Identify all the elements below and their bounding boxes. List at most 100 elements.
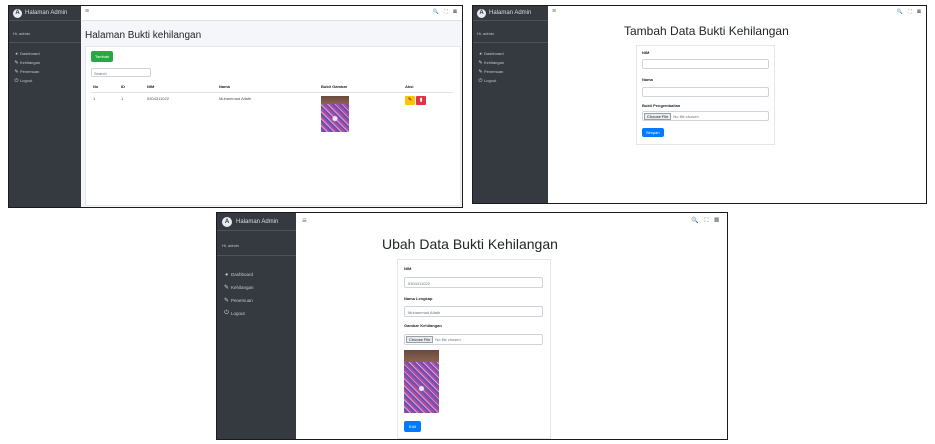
col-no: No [91,81,119,93]
col-aksi: Aksi [403,81,453,93]
hamburger-menu-icon[interactable]: ≡ [302,216,307,225]
hamburger-menu-icon[interactable]: ≡ [85,8,89,15]
edit-submit-button[interactable]: Edit [404,421,421,432]
brand-logo-icon: A [222,216,232,227]
topbar-tools-icons[interactable]: 🔍 ⛶ ▦ [896,9,923,15]
topbar: ≡ 🔍 ⛶ ▦ [548,6,926,21]
sidebar: A Halaman Admin Hi, admin ◕ Dashboard ✎ Ke… [217,213,296,439]
dashboard-icon: ◕ [478,50,483,57]
search-input[interactable]: Search [91,68,151,77]
main-content: Halaman Bukti kehilangan Tambah Search N… [81,20,462,207]
edit-icon: ✎ [478,59,483,66]
sidebar: A Halaman Admin Hi, admin ◕ Dashboard ✎ Ke… [473,6,548,203]
logout-icon: ⏻ [224,310,229,316]
file-input[interactable]: Choose File No file chosen [642,111,769,121]
nim-input[interactable] [642,59,769,69]
brand[interactable]: A Halaman Admin [9,6,81,21]
current-photo [404,350,439,413]
user-name[interactable]: Hi, admin [217,231,296,256]
col-nama: Nama [217,81,319,93]
user-name[interactable]: Hi, admin [473,21,548,43]
sidebar-item-label: Logout [20,78,33,83]
data-table: No ID NIM Nama Bukti Gambar Aksi 1 1 530… [91,81,453,135]
sidebar-item-penemuan[interactable]: ✎ Penemuan [217,294,296,307]
screenshot-list: A Halaman Admin Hi, admin ◕ Dashboard ✎ Ke… [8,5,463,208]
file-status: No file chosen [435,337,461,342]
sidebar-item-dashboard[interactable]: ◕ Dashboard [473,49,548,58]
screenshot-edit: A Halaman Admin Hi, admin ◕ Dashboard ✎ Ke… [216,212,728,440]
nim-input[interactable]: 5304311022 [404,277,543,288]
brand-label: Halaman Admin [236,218,279,225]
edit-icon: ✎ [223,298,230,304]
sidebar-item-label: Logout [231,311,245,316]
sidebar-item-label: Kehilangan [20,60,41,65]
col-bukti: Bukti Gambar [319,81,403,93]
form-card: NIM Nama Bukti Pengembalian Choose File … [636,45,775,145]
sidebar-item-penemuan[interactable]: ✎ Penemuan [473,67,548,76]
nama-input[interactable] [642,87,769,97]
page-title: Halaman Bukti kehilangan [85,30,202,41]
edit-button-icon[interactable]: ✎ [405,96,415,105]
nama-label: Nama [642,77,653,82]
sidebar-item-label: Dashboard [484,51,504,56]
sidebar-item-kehilangan[interactable]: ✎ Kehilangan [9,58,81,67]
choose-file-button[interactable]: Choose File [644,112,672,120]
sidebar-item-label: Penemuan [231,298,253,303]
nama-label: Nama Lengkap [404,296,433,301]
hamburger-menu-icon[interactable]: ≡ [552,8,556,15]
sidebar-item-dashboard[interactable]: ◕ Dashboard [217,268,296,281]
brand[interactable]: A Halaman Admin [217,213,296,231]
cell-id: 1 [121,96,124,101]
edit-icon: ✎ [14,68,19,75]
sidebar-item-logout[interactable]: ⏻ Logout [473,76,548,85]
logout-icon: ⏻ [14,77,19,84]
page-title: Tambah Data Bukti Kehilangan [624,24,789,38]
submit-button[interactable]: Simpan [642,128,664,137]
cell-nama: Muhammad Alfath [219,96,252,101]
cell-nim: 5304311022 [147,96,169,101]
brand[interactable]: A Halaman Admin [473,6,548,21]
sidebar-item-label: Logout [484,78,497,83]
choose-file-button[interactable]: Choose File [406,336,434,343]
col-id: ID [119,81,145,93]
brand-logo-icon: A [13,8,22,18]
edit-icon: ✎ [223,285,230,291]
file-label: Bukti Pengembalian [642,103,681,108]
topbar-tools-icons[interactable]: 🔍 ⛶ ▦ [432,9,459,15]
sidebar-item-kehilangan[interactable]: ✎ Kehilangan [473,58,548,67]
logout-icon: ⏻ [478,77,483,84]
add-button[interactable]: Tambah [91,51,114,62]
dashboard-icon: ◕ [14,50,19,57]
screenshot-add: A Halaman Admin Hi, admin ◕ Dashboard ✎ Ke… [472,5,927,204]
file-status: No file chosen [673,113,699,119]
cell-bukti [319,93,403,136]
nim-label: NIM [404,266,412,271]
topbar: ≡ 🔍 ⛶ ▦ [81,6,462,21]
nama-input[interactable]: Muhammad Alfath [404,306,543,317]
sidebar-item-logout[interactable]: ⏻ Logout [217,307,296,320]
file-label: Gambar Kehilangan [404,323,442,328]
file-input[interactable]: Choose File No file chosen [404,334,543,345]
delete-button-icon[interactable]: ▮ [416,96,427,105]
sidebar-item-kehilangan[interactable]: ✎ Kehilangan [217,281,296,294]
form-card: NIM 5304311022 Nama Lengkap Muhammad Alf… [397,259,551,439]
sidebar-item-label: Penemuan [20,69,40,74]
edit-icon: ✎ [14,59,19,66]
dashboard-icon: ◕ [224,271,229,278]
table-row: 1 1 5304311022 Muhammad Alfath ✎ ▮ [91,93,453,136]
topbar-tools-icons[interactable]: 🔍 ⛶ ▦ [691,217,721,225]
sidebar-item-label: Dashboard [20,51,40,56]
edit-icon: ✎ [478,68,483,75]
user-name[interactable]: Hi, admin [9,21,81,43]
sidebar-item-label: Dashboard [231,272,254,277]
cell-aksi: ✎ ▮ [403,93,453,136]
sidebar-item-logout[interactable]: ⏻ Logout [9,76,81,85]
brand-label: Halaman Admin [489,10,532,16]
nim-label: NIM [642,50,650,55]
brand-label: Halaman Admin [25,10,68,16]
sidebar-item-dashboard[interactable]: ◕ Dashboard [9,49,81,58]
sidebar-item-penemuan[interactable]: ✎ Penemuan [9,67,81,76]
cell-no: 1 [93,96,96,101]
main-content: Tambah Data Bukti Kehilangan NIM Nama Bu… [548,20,926,203]
page-title: Ubah Data Bukti Kehilangan [382,236,558,252]
